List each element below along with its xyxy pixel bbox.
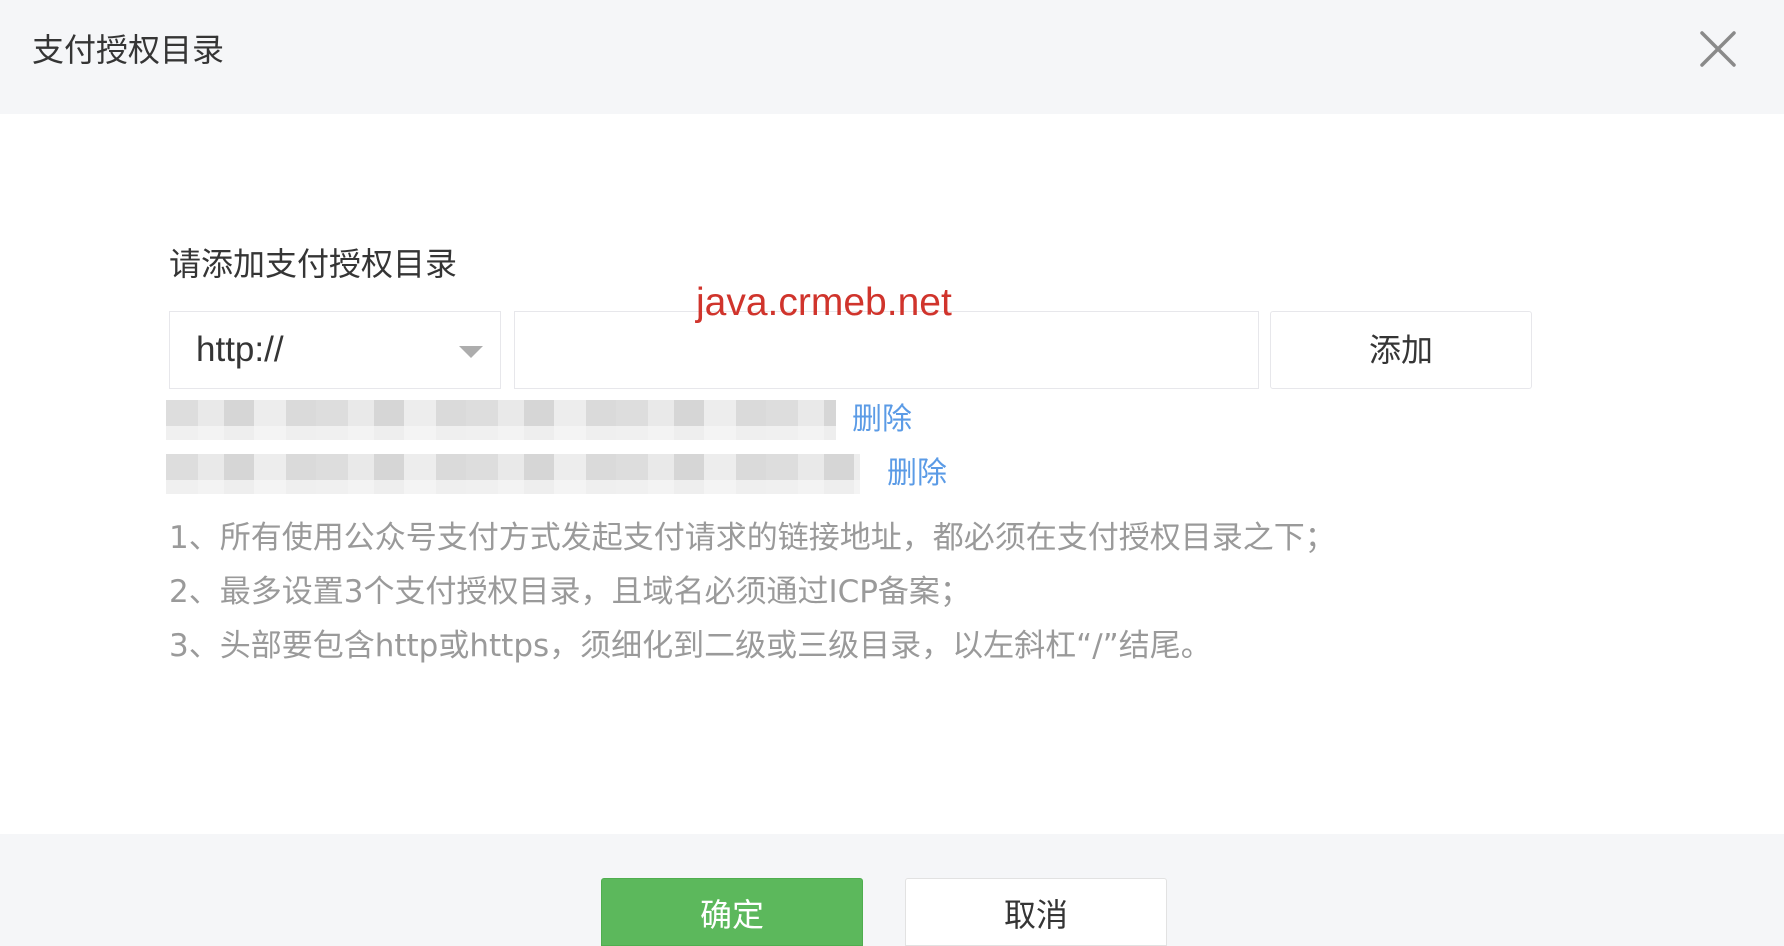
note-item: 1、所有使用公众号支付方式发起支付请求的链接地址，都必须在支付授权目录之下；: [169, 520, 1336, 556]
chevron-down-icon: [459, 346, 483, 358]
delete-link[interactable]: 删除: [852, 400, 912, 440]
close-icon[interactable]: [1696, 27, 1740, 71]
directory-item: 删除: [166, 454, 966, 494]
dialog-footer: [0, 834, 1784, 946]
dialog-title: 支付授权目录: [32, 31, 225, 69]
masked-directory-value: [166, 400, 836, 440]
delete-link[interactable]: 删除: [887, 454, 947, 494]
add-directory-button[interactable]: 添加: [1270, 311, 1532, 389]
masked-directory-value: [166, 454, 860, 494]
note-item: 2、最多设置3个支付授权目录，且域名必须通过ICP备案；: [169, 574, 971, 610]
protocol-select-value: http://: [196, 330, 284, 369]
protocol-select[interactable]: http://: [169, 311, 501, 389]
cancel-button[interactable]: 取消: [905, 878, 1167, 946]
confirm-button[interactable]: 确定: [601, 878, 863, 946]
dialog-header: 支付授权目录: [0, 0, 1784, 114]
note-item: 3、头部要包含http或https，须细化到二级或三级目录，以左斜杠“/”结尾。: [169, 628, 1212, 664]
notes-list: 1、所有使用公众号支付方式发起支付请求的链接地址，都必须在支付授权目录之下； 2…: [169, 511, 1336, 673]
watermark: java.crmeb.net: [696, 281, 952, 324]
payment-auth-dialog: 支付授权目录 请添加支付授权目录 http:// 添加 java.crmeb.n…: [0, 0, 1784, 946]
directory-item: 删除: [166, 400, 926, 440]
form-label: 请添加支付授权目录: [169, 245, 458, 283]
